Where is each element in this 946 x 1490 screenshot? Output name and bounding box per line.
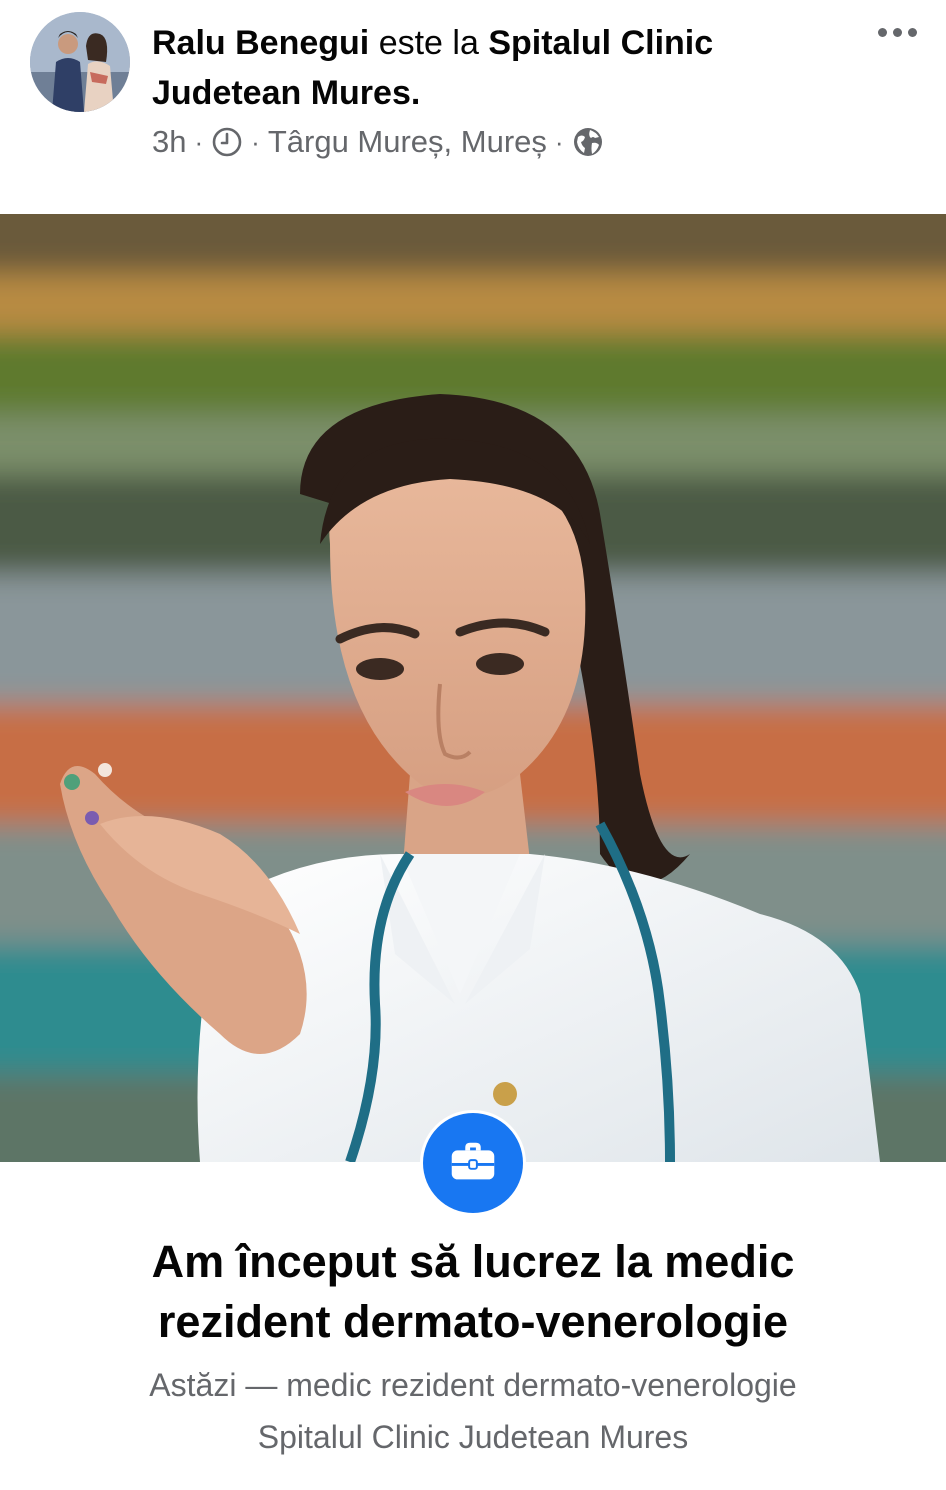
clock-icon <box>211 126 243 158</box>
life-event-detail-place[interactable]: Spitalul Clinic Judetean Mures <box>40 1411 906 1463</box>
place-name-line1[interactable]: Spitalul Clinic <box>488 24 713 62</box>
place-name-line2[interactable]: Judetean Mures. <box>152 74 420 112</box>
meta-separator: · <box>194 126 204 157</box>
author-name[interactable]: Ralu Benegui <box>152 24 369 62</box>
more-options-icon <box>877 27 887 37</box>
meta-separator: · <box>554 126 564 157</box>
life-event-title-line1: Am început să lucrez la medic <box>151 1236 795 1287</box>
post-photo-image <box>0 214 946 1162</box>
life-event-title: Am început să lucrez la medic rezident d… <box>40 1232 906 1352</box>
avatar[interactable] <box>30 12 130 112</box>
life-event-detail-date: Astăzi — medic rezident dermato-venerolo… <box>149 1367 797 1403</box>
briefcase-icon <box>451 1142 495 1180</box>
avatar-photo <box>30 12 130 112</box>
meta-separator: · <box>251 126 260 157</box>
post-meta: 3h · · Târgu Mureș, Mureș · <box>152 120 604 164</box>
checkin-connector: este la <box>378 24 479 62</box>
post-photo[interactable] <box>0 214 946 1162</box>
post-location[interactable]: Târgu Mureș, Mureș <box>268 124 547 160</box>
post-header-text: Ralu Benegui este la Spitalul Clinic Jud… <box>152 18 842 118</box>
post-header: Ralu Benegui este la Spitalul Clinic Jud… <box>0 0 946 214</box>
globe-icon[interactable] <box>572 126 604 158</box>
life-event-badge <box>420 1110 526 1216</box>
post-time[interactable]: 3h <box>152 124 186 160</box>
life-event-badge-circle <box>423 1113 523 1213</box>
life-event-title-line2: rezident dermato-venerologie <box>157 1296 789 1347</box>
more-options-icon <box>907 27 917 37</box>
more-options-icon <box>892 27 902 37</box>
more-options-button[interactable] <box>866 14 928 50</box>
